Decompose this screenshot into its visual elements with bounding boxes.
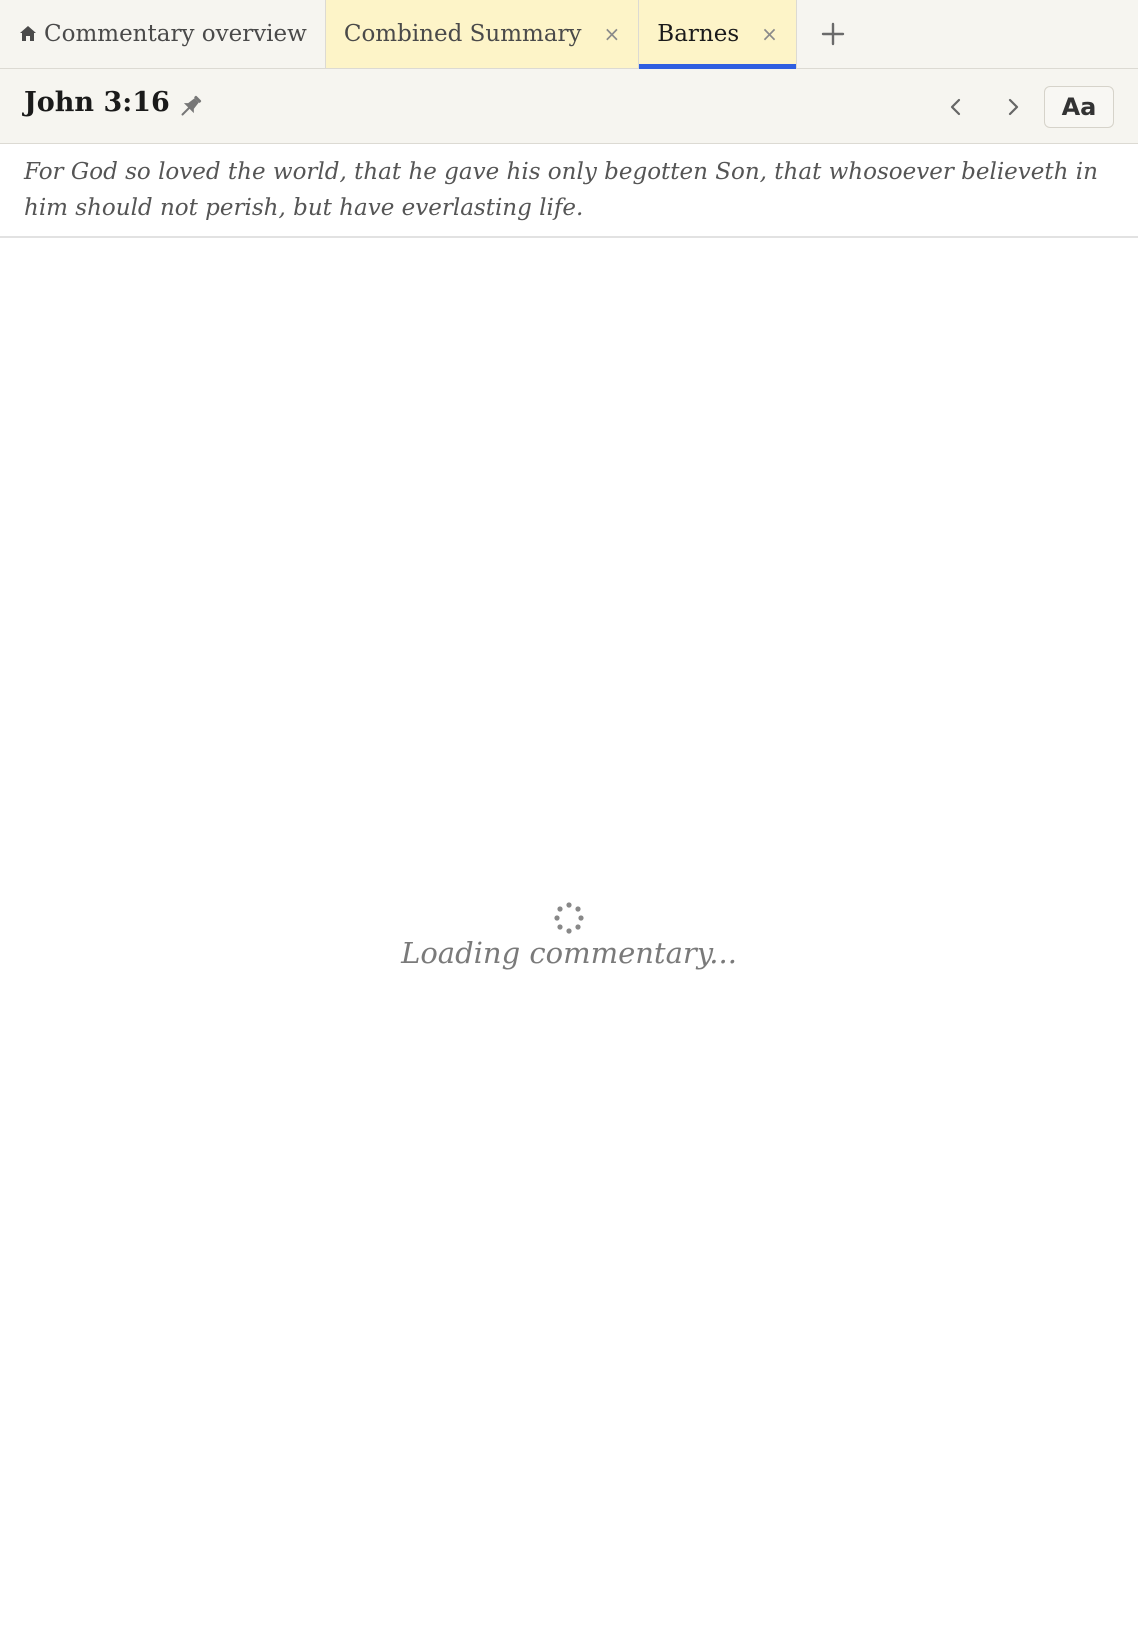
tab-label: Barnes — [657, 21, 740, 47]
tab-label: Combined Summary — [343, 21, 582, 47]
spinner-icon — [554, 902, 584, 934]
close-icon[interactable]: × — [604, 22, 621, 46]
tab-barnes[interactable]: Barnes × — [639, 0, 797, 69]
loading-text: Loading commentary... — [401, 936, 737, 970]
tab-combined-summary[interactable]: Combined Summary × — [325, 0, 640, 68]
plus-icon — [821, 22, 845, 46]
tab-bar: Commentary overview Combined Summary × B… — [0, 0, 1138, 69]
verse-header: John 3:16 Aa — [0, 69, 1138, 144]
add-tab-button[interactable] — [797, 0, 869, 68]
close-icon[interactable]: × — [761, 22, 778, 46]
font-size-button[interactable]: Aa — [1044, 86, 1114, 128]
verse-text: For God so loved the world, that he gave… — [0, 144, 1138, 238]
verse-reference: John 3:16 — [24, 87, 170, 118]
loading-indicator: Loading commentary... — [0, 900, 1138, 970]
next-verse-button[interactable] — [997, 91, 1029, 123]
chevron-right-icon — [1008, 98, 1019, 116]
pin-icon[interactable] — [176, 91, 206, 121]
tab-label: Commentary overview — [44, 21, 307, 47]
tab-commentary-overview[interactable]: Commentary overview — [0, 0, 326, 68]
chevron-left-icon — [950, 98, 961, 116]
previous-verse-button[interactable] — [940, 91, 972, 123]
home-icon — [20, 26, 36, 41]
